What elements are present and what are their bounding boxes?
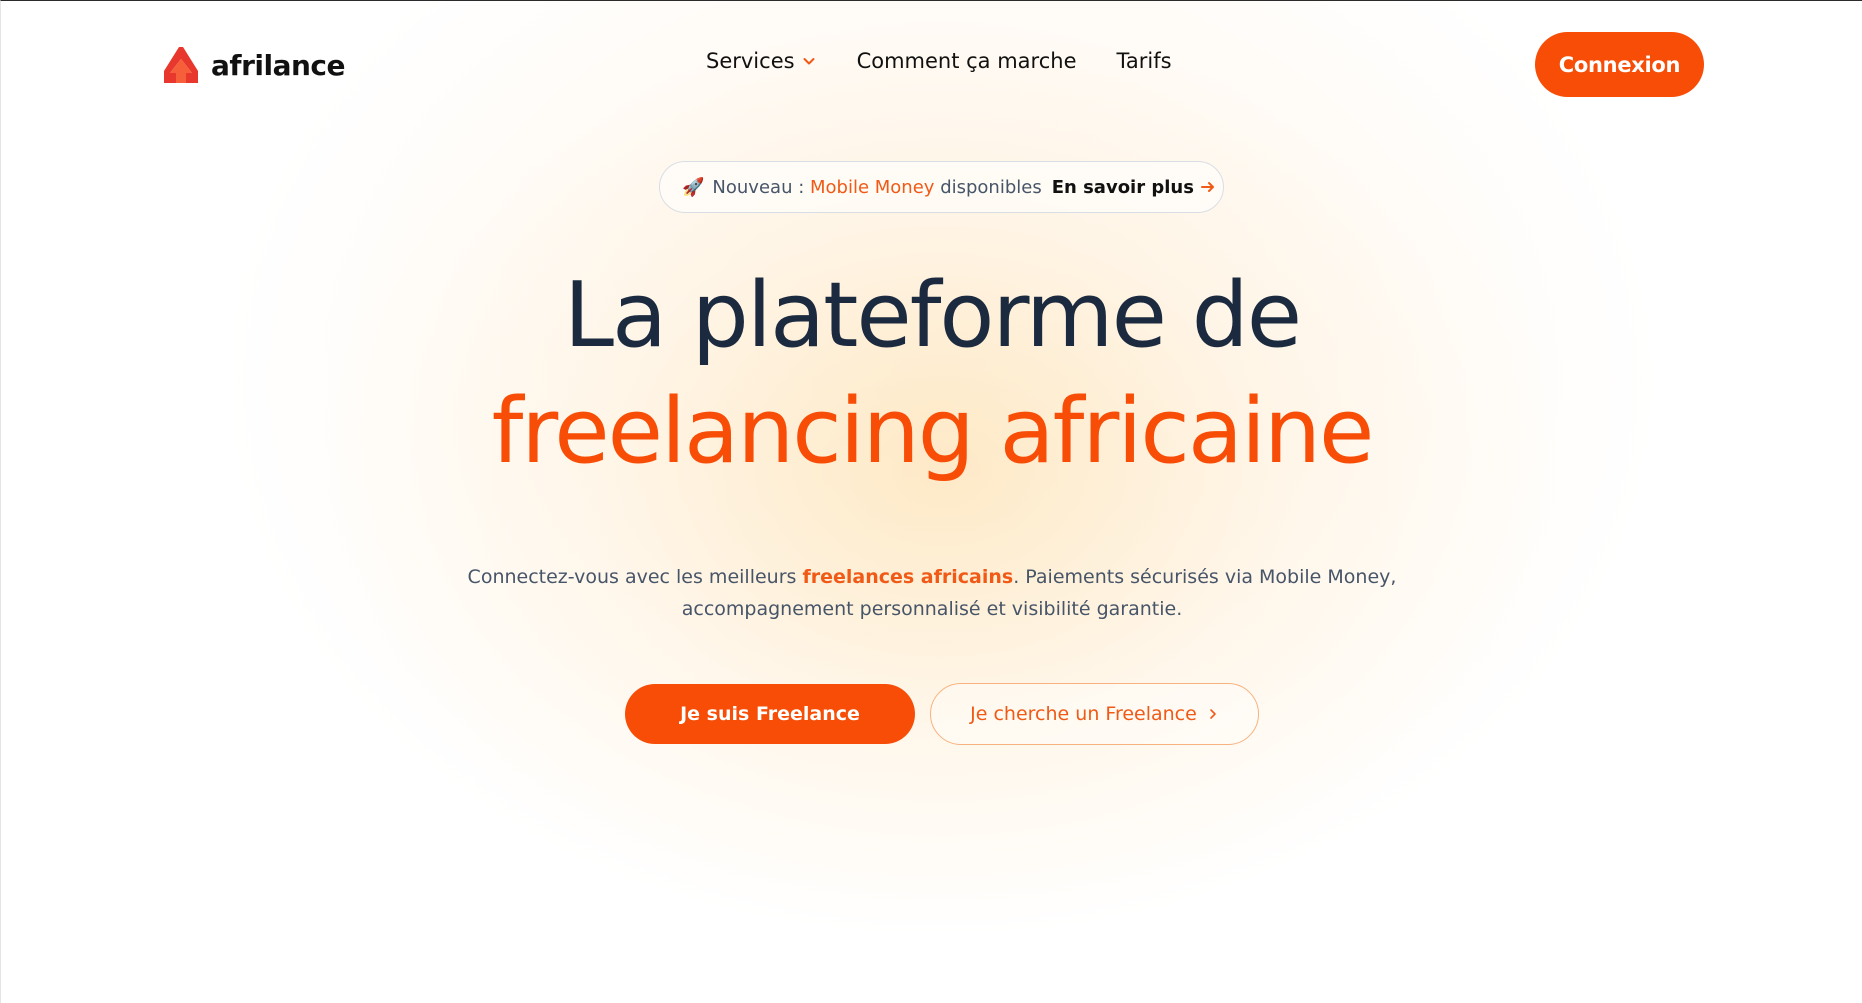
- hero-title-line1: La plateforme de: [563, 263, 1302, 368]
- subtitle-text: accompagnement personnalisé et visibilit…: [681, 598, 1183, 620]
- find-freelancer-label: Je cherche un Freelance: [970, 703, 1197, 725]
- learn-more-link[interactable]: En savoir plus: [1052, 177, 1216, 198]
- login-button[interactable]: Connexion: [1535, 32, 1704, 97]
- chevron-right-icon: [1210, 709, 1216, 719]
- subtitle-text: Connectez-vous avec les meilleurs: [467, 566, 797, 588]
- hero-title-line2: freelancing africaine: [491, 379, 1375, 484]
- rocket-icon: 🚀: [682, 176, 705, 198]
- nav-item-services[interactable]: Services: [706, 49, 817, 73]
- arrow-right-icon: [1200, 182, 1214, 192]
- main-nav: Services Comment ça marche Tarifs: [706, 49, 1172, 73]
- page: afrilance Services Comment ça marche Tar…: [0, 0, 1862, 1003]
- nav-item-pricing[interactable]: Tarifs: [1117, 49, 1172, 73]
- nav-item-label: Tarifs: [1116, 49, 1172, 73]
- learn-more-label: En savoir plus: [1051, 176, 1194, 198]
- subtitle-text: . Paiements sécurisés via Mobile Money,: [1013, 566, 1397, 588]
- brand-name: afrilance: [211, 48, 346, 82]
- announcement-highlight: Mobile Money: [810, 176, 935, 198]
- announcement-prefix: Nouveau :: [712, 176, 805, 198]
- nav-item-how-it-works[interactable]: Comment ça marche: [857, 49, 1077, 73]
- chevron-down-icon: [803, 58, 815, 65]
- announcement-pill: 🚀 Nouveau : Mobile Money disponibles En …: [659, 161, 1224, 213]
- hero-subtitle: Connectez-vous avec les meilleurs freela…: [1, 561, 1862, 625]
- perspective-grid-background: [1, 640, 1862, 1003]
- arrow-up-logo-icon: [164, 47, 198, 83]
- nav-item-label: Services: [706, 49, 795, 73]
- find-freelancer-button[interactable]: Je cherche un Freelance: [930, 683, 1259, 745]
- announcement-suffix: disponibles: [940, 176, 1042, 198]
- nav-item-label: Comment ça marche: [856, 49, 1077, 73]
- freelancer-signup-button[interactable]: Je suis Freelance: [625, 684, 915, 744]
- subtitle-highlight: freelances africains: [802, 566, 1014, 588]
- brand-logo[interactable]: afrilance: [161, 45, 346, 85]
